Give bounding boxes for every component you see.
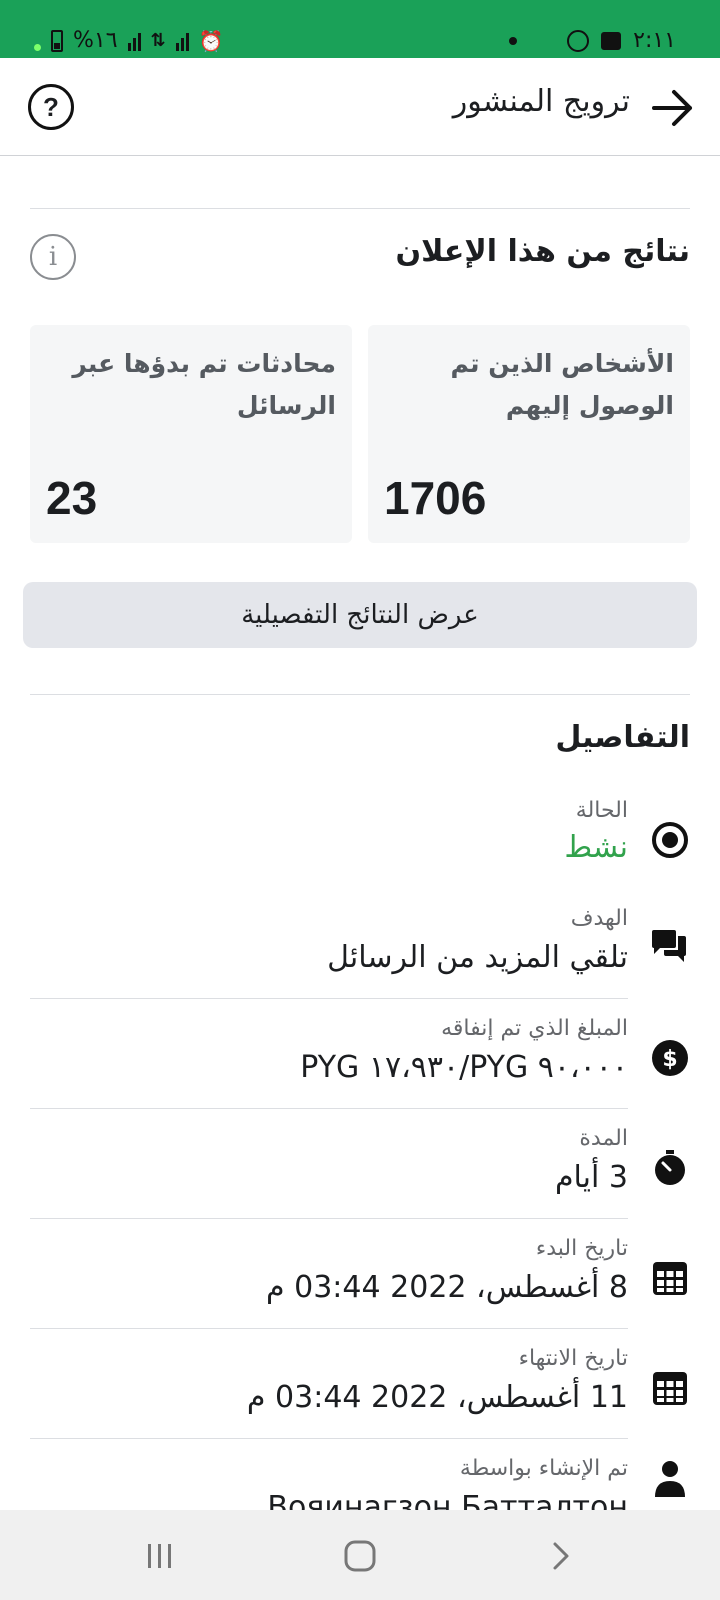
whatsapp-icon bbox=[567, 29, 590, 52]
target-icon bbox=[650, 820, 690, 860]
recent-apps-icon[interactable] bbox=[140, 1538, 180, 1574]
status-right-icons: ٢:١١ bbox=[509, 28, 676, 53]
detail-value: تلقي المزيد من الرسائل bbox=[327, 940, 628, 975]
divider bbox=[30, 1438, 628, 1439]
detail-label: تاريخ البدء bbox=[535, 1236, 628, 1261]
app-header: ترويج المنشور ? bbox=[0, 58, 720, 156]
gallery-icon bbox=[601, 31, 622, 50]
status-bar: %١٦ ⇅ ⏰ ٢:١١ bbox=[0, 0, 720, 58]
back-nav-icon[interactable] bbox=[540, 1538, 580, 1574]
detail-created-by: تم الإنشاء بواسطة Boяинагзон Батталтон bbox=[30, 1456, 690, 1510]
divider bbox=[30, 694, 690, 695]
divider bbox=[30, 1328, 628, 1329]
battery-percent: %١٦ bbox=[73, 28, 118, 53]
indicator-dot bbox=[34, 44, 41, 51]
signal-icon bbox=[127, 31, 141, 51]
detail-value: 3 أيام bbox=[554, 1160, 628, 1195]
detail-label: المدة bbox=[579, 1126, 628, 1151]
info-icon[interactable]: i bbox=[30, 234, 76, 280]
calendar-icon bbox=[650, 1368, 690, 1408]
details-title: التفاصيل bbox=[555, 720, 690, 755]
detail-label: المبلغ الذي تم إنفاقه bbox=[441, 1016, 628, 1041]
dollar-icon: $ bbox=[650, 1038, 690, 1078]
alarm-icon: ⏰ bbox=[198, 28, 224, 53]
divider bbox=[30, 1108, 628, 1109]
status-left-icons: %١٦ ⇅ ⏰ bbox=[34, 28, 224, 53]
detail-amount-spent: $ المبلغ الذي تم إنفاقه PYG ١٧،٩٣٠/PYG ٩… bbox=[30, 1016, 690, 1109]
detail-label: الهدف bbox=[570, 906, 628, 931]
home-icon[interactable] bbox=[340, 1538, 380, 1574]
status-value: نشط bbox=[564, 830, 628, 865]
detail-value: 11 أغسطس، 2022 03:44 م bbox=[246, 1380, 628, 1415]
detail-value: Boяинагзон Батталтон bbox=[267, 1490, 628, 1510]
detail-duration: المدة 3 أيام bbox=[30, 1126, 690, 1219]
signal-2-icon bbox=[175, 31, 189, 51]
page-title: ترويج المنشور bbox=[452, 84, 630, 119]
divider bbox=[30, 1218, 628, 1219]
metric-conversations-card: محادثات تم بدؤها عبر الرسائل 23 bbox=[30, 325, 352, 543]
battery-icon bbox=[51, 29, 63, 52]
chat-bubbles-icon bbox=[650, 928, 690, 968]
divider bbox=[30, 998, 628, 999]
system-nav-bar bbox=[0, 1510, 720, 1600]
svg-text:$: $ bbox=[662, 1047, 677, 1072]
data-transfer-icon: ⇅ bbox=[150, 30, 166, 51]
metric-conversations-value: 23 bbox=[46, 472, 98, 524]
metric-reach-label: الأشخاص الذين تم الوصول إليهم bbox=[450, 349, 675, 420]
detail-status: الحالة نشط bbox=[30, 798, 690, 878]
detail-value: 8 أغسطس، 2022 03:44 م bbox=[266, 1270, 628, 1305]
notification-dot bbox=[509, 36, 518, 45]
back-arrow-icon[interactable] bbox=[650, 86, 694, 130]
calendar-icon bbox=[650, 1258, 690, 1298]
person-icon bbox=[650, 1458, 690, 1498]
detail-label: الحالة bbox=[575, 798, 628, 823]
metric-conversations-label: محادثات تم بدؤها عبر الرسائل bbox=[72, 349, 336, 420]
view-detailed-results-button[interactable]: عرض النتائج التفصيلية bbox=[23, 582, 697, 648]
results-title: نتائج من هذا الإعلان bbox=[395, 234, 690, 269]
detail-end-date: تاريخ الانتهاء 11 أغسطس، 2022 03:44 م bbox=[30, 1346, 690, 1439]
help-icon[interactable]: ? bbox=[28, 84, 74, 130]
detail-start-date: تاريخ البدء 8 أغسطس، 2022 03:44 م bbox=[30, 1236, 690, 1329]
detail-value: PYG ١٧،٩٣٠/PYG ٩٠،٠٠٠ bbox=[300, 1050, 628, 1085]
detail-label: تاريخ الانتهاء bbox=[518, 1346, 628, 1371]
stopwatch-icon bbox=[650, 1148, 690, 1188]
divider bbox=[30, 208, 690, 209]
detail-label: تم الإنشاء بواسطة bbox=[459, 1456, 628, 1481]
clock-time: ٢:١١ bbox=[633, 28, 676, 53]
metric-reach-value: 1706 bbox=[384, 472, 487, 524]
metric-reach-card: الأشخاص الذين تم الوصول إليهم 1706 bbox=[368, 325, 690, 543]
detail-objective: الهدف تلقي المزيد من الرسائل bbox=[30, 906, 690, 999]
